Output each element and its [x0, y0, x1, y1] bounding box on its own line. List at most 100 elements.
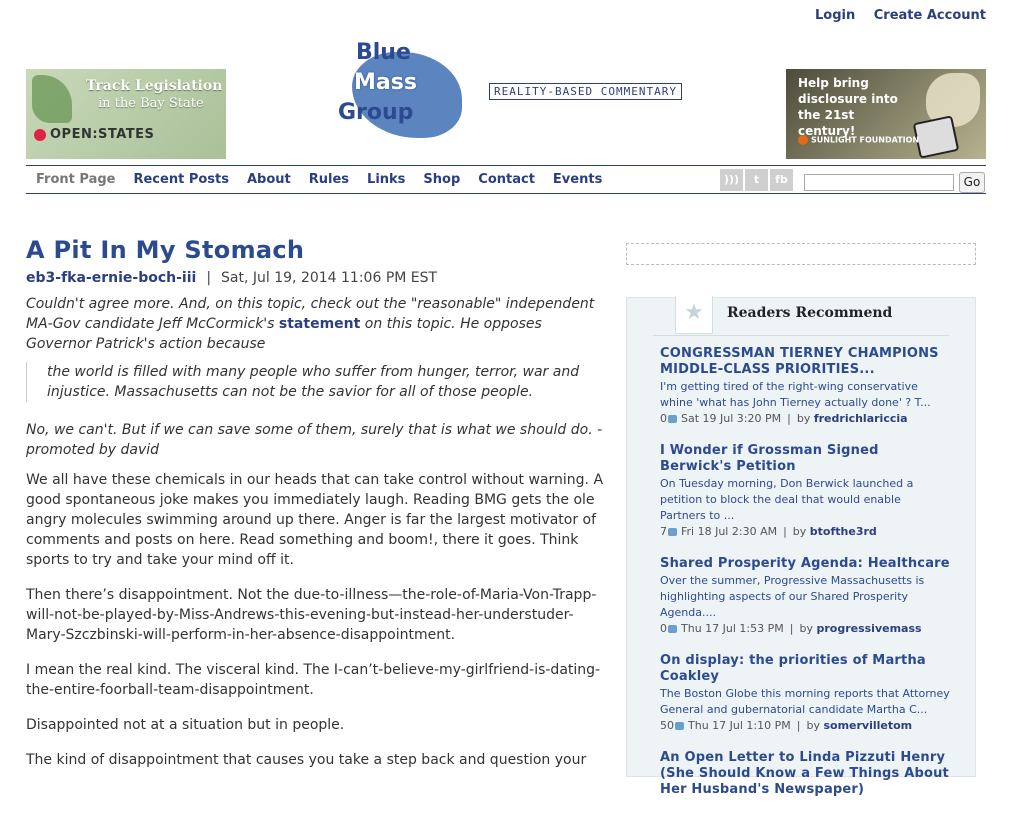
article-intro: Couldn't agree more. And, on this topic,… — [26, 294, 608, 354]
comment-bubble-icon — [668, 415, 677, 423]
social-links: ))) t fb — [720, 169, 795, 191]
article-title[interactable]: A Pit In My Stomach — [26, 236, 608, 264]
recommend-item-meta: 0 Thu 17 Jul 1:53 PM | by progressivemass — [660, 621, 950, 637]
comment-count: 0 — [660, 412, 667, 425]
recommend-item-author[interactable]: somervilletom — [823, 719, 912, 732]
by-label: by — [792, 525, 807, 538]
blockquote: the world is filled with many people who… — [26, 362, 608, 402]
article: A Pit In My Stomach eb3-fka-ernie-boch-i… — [26, 236, 608, 770]
account-links: Login Create Account — [801, 8, 986, 23]
readers-recommend-heading: Readers Recommend — [727, 305, 893, 321]
paragraph: The kind of disappointment that causes y… — [26, 752, 587, 768]
recommend-item-title[interactable]: On display: the priorities of Martha Coa… — [660, 653, 950, 685]
recommend-item-author[interactable]: btofthe3rd — [810, 525, 877, 538]
facebook-icon[interactable]: fb — [770, 169, 793, 191]
recommend-item-title[interactable]: An Open Letter to Linda Pizzuti Henry (S… — [660, 750, 950, 798]
ad-subline: in the Bay State — [98, 96, 204, 111]
sunlight-logo-icon — [798, 135, 808, 145]
rss-icon[interactable]: ))) — [720, 169, 743, 191]
open-states-logo-icon — [34, 128, 46, 141]
recommend-item-date: Fri 18 Jul 2:30 AM — [681, 525, 778, 538]
recommend-item-excerpt: The Boston Globe this morning reports th… — [660, 687, 950, 716]
search-input[interactable] — [804, 174, 954, 191]
comment-count: 0 — [660, 622, 667, 635]
sunlight-foundation-ad[interactable]: Help bring disclosure into the 21st cent… — [786, 69, 986, 159]
smartphone-icon — [912, 115, 960, 159]
recommend-item-excerpt: On Tuesday morning, Don Berwick launched… — [660, 477, 914, 522]
nav-contact[interactable]: Contact — [478, 172, 535, 187]
paragraph: Then there’s disappointment. Not the due… — [26, 587, 597, 643]
post-date: Sat, Jul 19, 2014 11:06 PM EST — [221, 270, 438, 286]
recommend-item-meta: 50 Thu 17 Jul 1:10 PM | by somervilletom — [660, 718, 950, 734]
comment-count: 7 — [660, 525, 667, 538]
go-button[interactable]: Go — [959, 172, 985, 193]
recommend-item-author[interactable]: progressivemass — [816, 622, 921, 635]
comment-bubble-icon — [668, 625, 677, 633]
paragraph: I mean the real kind. The visceral kind.… — [26, 662, 601, 698]
massachusetts-map-icon — [32, 75, 72, 123]
ad-headline: Track Legislation — [86, 78, 223, 94]
recommend-item: On display: the priorities of Martha Coa… — [660, 653, 950, 734]
recommend-item-date: Thu 17 Jul 1:10 PM — [688, 719, 791, 732]
site-logo[interactable]: Blue Mass Group — [332, 40, 468, 140]
nav-about[interactable]: About — [247, 172, 291, 187]
meta-separator: | — [789, 622, 794, 635]
recommend-item-title[interactable]: Shared Prosperity Agenda: Healthcare — [660, 556, 950, 572]
star-icon: ★ — [675, 296, 713, 334]
paragraph: Disappointed not at a situation but in p… — [26, 717, 345, 733]
divider — [653, 335, 949, 336]
recommend-item: CONGRESSMAN TIERNEY CHAMPIONS MIDDLE-CLA… — [660, 346, 950, 427]
author-link[interactable]: eb3-fka-ernie-boch-iii — [26, 270, 196, 286]
by-label: by — [796, 412, 811, 425]
sunlight-brand: SUNLIGHT FOUNDATION — [798, 135, 919, 145]
byline: eb3-fka-ernie-boch-iii | Sat, Jul 19, 2014… — [26, 270, 608, 286]
recommend-item-title[interactable]: CONGRESSMAN TIERNEY CHAMPIONS MIDDLE-CLA… — [660, 346, 950, 378]
meta-separator: | — [796, 719, 801, 732]
login-link[interactable]: Login — [815, 8, 855, 23]
open-states-ad[interactable]: Track Legislation in the Bay State OPEN:… — [26, 69, 226, 159]
recommend-item: An Open Letter to Linda Pizzuti Henry (S… — [660, 750, 950, 798]
by-label: by — [799, 622, 813, 635]
by-label: by — [806, 719, 820, 732]
site-tagline: REALITY-BASED COMMENTARY — [489, 83, 682, 100]
sidebar-ad-placeholder — [626, 243, 976, 265]
nav-items: Front Page Recent Posts About Rules Links Sho… — [26, 172, 610, 187]
recommend-item-date: Sat 19 Jul 3:20 PM — [681, 412, 782, 425]
comment-bubble-icon — [675, 722, 684, 730]
nav-events[interactable]: Events — [553, 172, 602, 187]
nav-rules[interactable]: Rules — [309, 172, 349, 187]
recommend-item: Shared Prosperity Agenda: Healthcare Ove… — [660, 556, 950, 637]
paragraph: We all have these chemicals in our heads… — [26, 472, 604, 568]
recommend-item-excerpt: Over the summer, Progressive Massachuset… — [660, 574, 925, 619]
comment-bubble-icon — [668, 528, 677, 536]
create-account-link[interactable]: Create Account — [874, 8, 986, 23]
byline-separator: | — [206, 270, 212, 286]
nav-recent-posts[interactable]: Recent Posts — [133, 172, 229, 187]
logo-word-mass: Mass — [354, 70, 417, 95]
main-nav: Front Page Recent Posts About Rules Links Sho… — [26, 165, 986, 194]
recommend-item-meta: 7 Fri 18 Jul 2:30 AM | by btofthe3rd — [660, 524, 950, 540]
recommend-item-title[interactable]: I Wonder if Grossman Signed Berwick's Pe… — [660, 443, 950, 475]
recommend-item-meta: 0 Sat 19 Jul 3:20 PM | by fredrichlariccia — [660, 411, 950, 427]
promoted-note: No, we can't. But if we can save some of… — [26, 422, 603, 458]
recommend-item-excerpt: I'm getting tired of the right-wing cons… — [660, 380, 931, 409]
recommend-list: CONGRESSMAN TIERNEY CHAMPIONS MIDDLE-CLA… — [660, 346, 950, 814]
meta-separator: | — [787, 412, 791, 425]
logo-word-blue: Blue — [356, 40, 411, 65]
readers-recommend-panel: ★ Readers Recommend CONGRESSMAN TIERNEY … — [626, 296, 976, 797]
statement-link[interactable]: statement — [279, 316, 360, 332]
nav-links[interactable]: Links — [367, 172, 405, 187]
recommend-item-author[interactable]: fredrichlariccia — [814, 412, 908, 425]
recommend-item: I Wonder if Grossman Signed Berwick's Pe… — [660, 443, 950, 540]
article-body: We all have these chemicals in our heads… — [26, 470, 608, 770]
nav-shop[interactable]: Shop — [423, 172, 460, 187]
logo-word-group: Group — [338, 100, 414, 125]
open-states-brand: OPEN:STATES — [34, 127, 184, 145]
twitter-icon[interactable]: t — [745, 169, 768, 191]
sunlight-brand-text: SUNLIGHT FOUNDATION — [811, 135, 920, 145]
nav-front-page[interactable]: Front Page — [36, 172, 115, 187]
ad-text: Help bring disclosure into the 21st cent… — [798, 76, 898, 138]
meta-separator: | — [783, 525, 787, 538]
recommend-item-date: Thu 17 Jul 1:53 PM — [681, 622, 784, 635]
comment-count: 50 — [660, 719, 674, 732]
